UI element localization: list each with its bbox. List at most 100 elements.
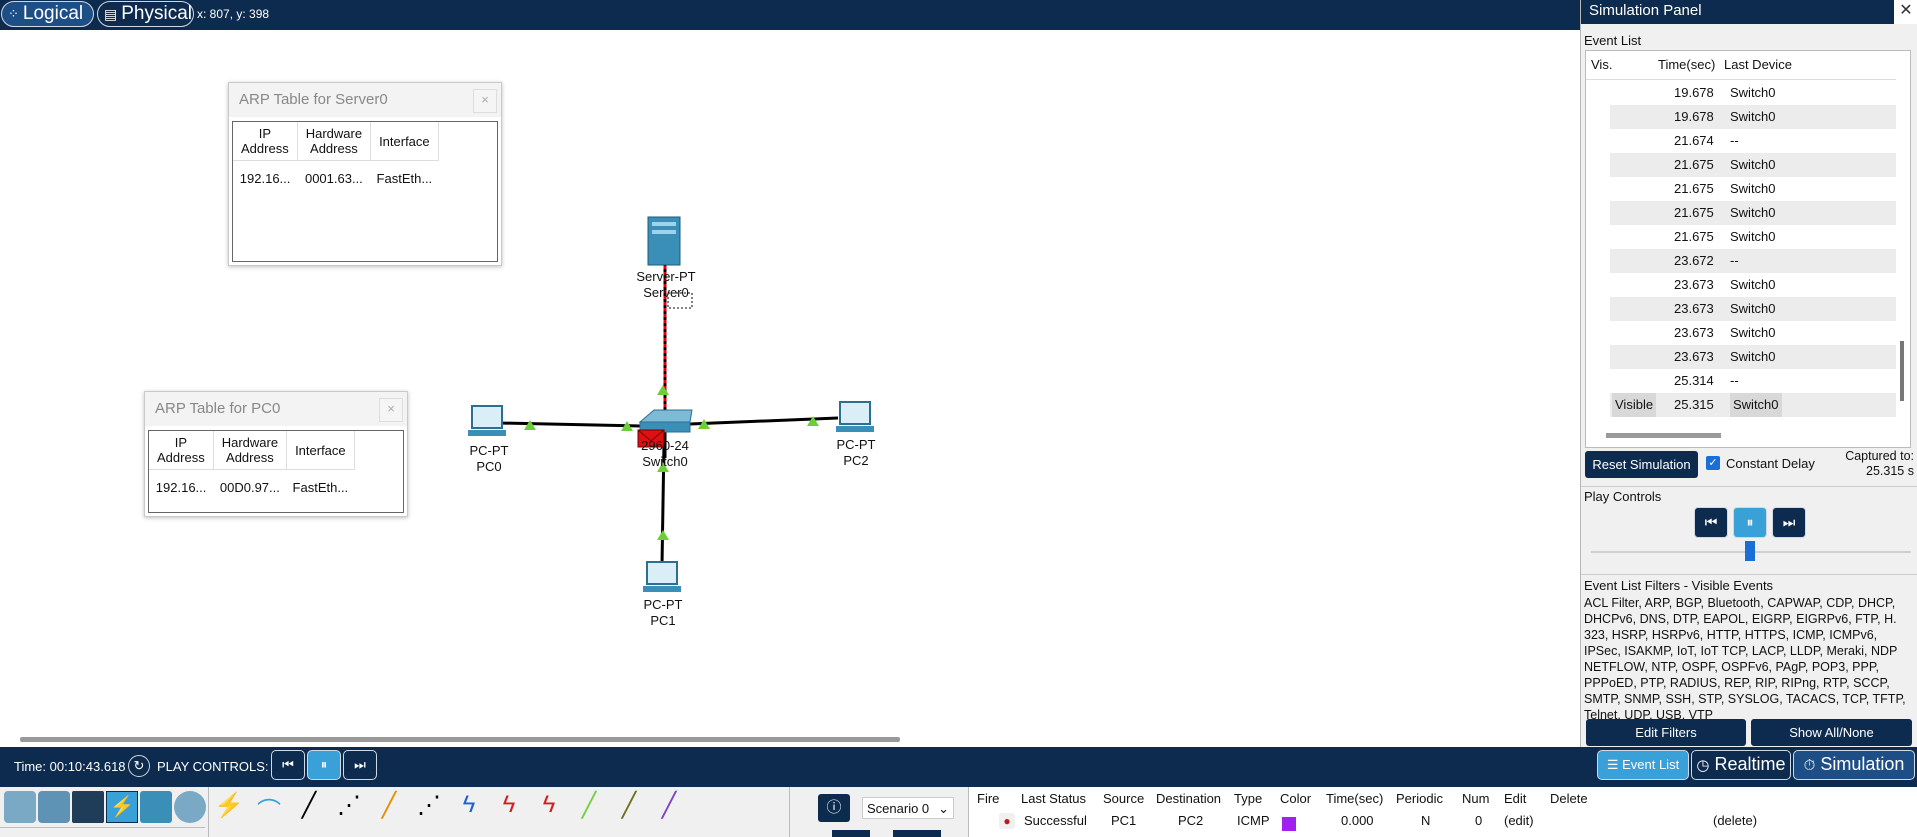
close-icon[interactable]: × [473,89,497,113]
col-vis[interactable]: Vis. [1591,57,1612,72]
event-row[interactable]: 23.673 Switch0 [1610,273,1896,297]
cell-interface: FastEth... [292,480,349,495]
cell-mac: 00D0.97... [219,480,280,495]
auto-cable-icon[interactable]: ⚡ [213,791,245,823]
new-scenario-button[interactable] [832,830,870,837]
captured-label: Captured to: [1845,449,1914,463]
event-row[interactable]: 23.673 Switch0 [1610,321,1896,345]
event-row[interactable]: 21.675 Switch0 [1610,177,1896,201]
simulation-panel-title: Simulation Panel ✕ [1581,0,1917,24]
event-time: 21.675 [1674,181,1714,196]
reset-clock-icon[interactable]: ↻ [128,755,150,777]
cable-list: ⚡ ⌒ ╱ ⋰ ╱ ⋰ ϟ ϟ ϟ ╱ ╱ ╱ [208,787,790,837]
edit-filters-button[interactable]: Edit Filters [1586,719,1746,746]
col-last-status: Last Status [1021,791,1087,806]
arp-table-server0-window[interactable]: ARP Table for Server0 × IP Address Hardw… [228,82,502,266]
event-last-device: Switch0 [1730,301,1776,316]
coaxial-cable-icon[interactable]: ϟ [453,791,485,823]
realtime-button[interactable]: ◷ Realtime [1691,750,1791,780]
connections-icon[interactable]: ⚡ [106,791,138,823]
event-list-btn-label: Event List [1622,757,1680,772]
col-last-device[interactable]: Last Device [1724,57,1792,72]
scenario-select[interactable]: Scenario 0 ⌄ [862,797,954,819]
event-row[interactable]: 25.314 -- [1610,369,1896,393]
event-last-device: Switch0 [1730,229,1776,244]
pc2-icon[interactable] [836,401,874,432]
event-list-vertical-scrollbar[interactable] [1900,341,1904,401]
simulation-panel: Simulation Panel ✕ Event List Vis. Time(… [1580,0,1917,747]
iot-cable-icon[interactable]: ╱ [613,791,645,823]
arp-table-body: IP Address Hardware Address Interface 19… [232,121,498,262]
event-row[interactable]: 19.678 Switch0 [1610,105,1896,129]
pc2-model: PC-PT [836,437,876,452]
workspace-horizontal-scrollbar[interactable] [20,737,900,742]
end-devices-icon[interactable] [38,791,70,823]
stopwatch-icon: ⏱ [1803,757,1816,774]
event-list-header: Vis. Time(sec) Last Device [1586,51,1896,80]
event-row[interactable]: 21.674 -- [1610,129,1896,153]
event-list-horizontal-scrollbar[interactable] [1606,433,1721,438]
event-list-table[interactable]: Vis. Time(sec) Last Device 19.678 Switch0… [1585,50,1911,448]
col-time[interactable]: Time(sec) [1658,57,1715,72]
constant-delay-checkbox[interactable]: ✓ [1706,456,1720,470]
crossover-cable-icon[interactable]: ⋰ [333,791,365,823]
pause-icon[interactable]: ⏸ [307,750,341,780]
event-row[interactable]: 23.673 Switch0 [1610,345,1896,369]
usb-cable-icon[interactable]: ╱ [653,791,685,823]
event-row[interactable]: Visible 25.315 Switch0 [1610,393,1896,417]
event-last-device: Switch0 [1730,325,1776,340]
link-pc0-switch[interactable] [499,421,641,428]
serial-dce-cable-icon[interactable]: ϟ [493,791,525,823]
close-icon[interactable]: × [379,398,403,422]
col-destination: Destination [1156,791,1222,806]
physical-view-button[interactable]: ▤ Physical [97,1,194,27]
pdu-edit-link[interactable]: (edit) [1504,813,1534,828]
event-list-toggle-button[interactable]: ☰ Event List [1597,750,1689,780]
pdu-delete-link[interactable]: (delete) [1713,813,1757,828]
arp-table-pc0-window[interactable]: ARP Table for PC0 × IP Address Hardware … [144,391,408,517]
back-icon[interactable]: ⏮ [271,750,305,780]
network-devices-icon[interactable] [4,791,36,823]
misc-icon[interactable] [140,791,172,823]
delete-scenario-button[interactable] [893,830,941,837]
event-time: 23.673 [1674,301,1714,316]
cell-mac: 0001.63... [304,171,363,186]
phone-cable-icon[interactable]: ⋰ [413,791,445,823]
forward-icon[interactable]: ⏭ [343,750,377,780]
close-icon[interactable]: ✕ [1894,0,1917,24]
show-all-none-button[interactable]: Show All/None [1751,719,1912,746]
simulation-button[interactable]: ⏱ Simulation [1793,750,1915,780]
straight-cable-icon[interactable]: ╱ [293,791,325,823]
arp-title-text: ARP Table for PC0 [155,400,281,417]
back-icon[interactable]: ⏮ [1694,507,1728,538]
event-row[interactable]: 21.675 Switch0 [1610,225,1896,249]
switch-icon[interactable] [638,409,693,433]
fiber-cable-icon[interactable]: ╱ [373,791,405,823]
clock-icon: ◷ [1696,757,1710,774]
event-row[interactable]: 19.678 Switch0 [1610,81,1896,105]
components-icon[interactable] [72,791,104,823]
arp-window-title[interactable]: ARP Table for Server0 × [229,83,501,117]
octal-cable-icon[interactable]: ╱ [573,791,605,823]
arp-window-title[interactable]: ARP Table for PC0 × [145,392,407,426]
arp-table-body: IP Address Hardware Address Interface 19… [148,430,404,513]
logical-view-button[interactable]: ⁘ Logical [1,1,94,27]
serial-dte-cable-icon[interactable]: ϟ [533,791,565,823]
event-row[interactable]: 21.675 Switch0 [1610,153,1896,177]
forward-icon[interactable]: ⏭ [1772,507,1806,538]
console-cable-icon[interactable]: ⌒ [253,791,285,825]
pc0-icon[interactable] [468,405,506,436]
pause-icon[interactable]: ⏸ [1733,507,1767,538]
col-fire: Fire [977,791,1000,806]
fire-icon[interactable]: ● [999,813,1015,829]
reset-simulation-button[interactable]: Reset Simulation [1585,451,1698,478]
pc1-icon[interactable] [643,561,681,592]
multiuser-icon[interactable] [174,791,206,823]
speed-slider-thumb[interactable] [1745,541,1755,561]
event-row[interactable]: 23.673 Switch0 [1610,297,1896,321]
event-list-label: Event List [1584,33,1642,48]
event-row[interactable]: 23.672 -- [1610,249,1896,273]
server-icon[interactable] [647,216,681,266]
event-row[interactable]: 21.675 Switch0 [1610,201,1896,225]
info-icon[interactable]: ⓘ [818,794,850,822]
